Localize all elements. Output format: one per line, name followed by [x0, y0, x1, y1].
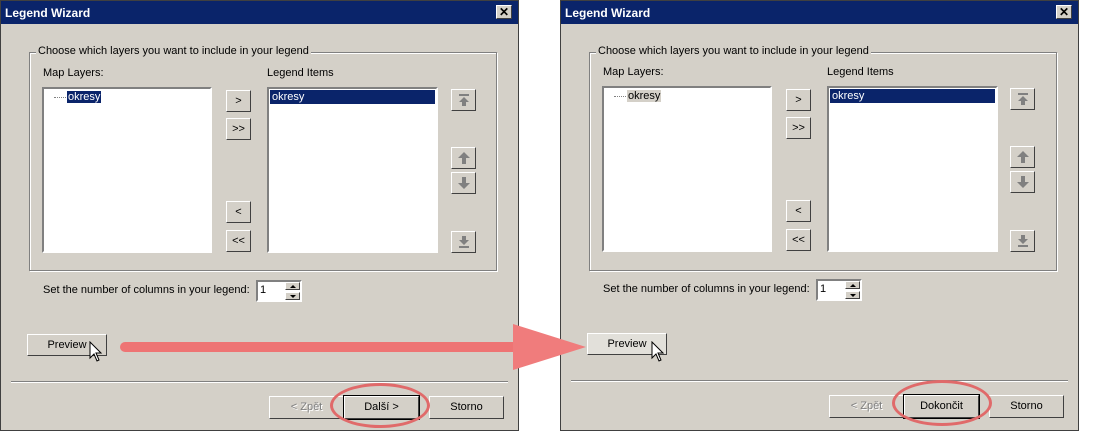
columns-label: Set the number of columns in your legend…	[603, 283, 810, 295]
legend-item[interactable]: okresy	[830, 89, 995, 103]
move-up-icon	[1017, 151, 1029, 163]
legend-items-label: Legend Items	[827, 66, 894, 78]
remove-all-layers-button[interactable]: <<	[226, 230, 251, 252]
map-layer-label: okresy	[67, 91, 102, 103]
separator	[11, 381, 508, 383]
window-title: Legend Wizard	[5, 6, 91, 20]
separator	[571, 380, 1068, 382]
group-label: Choose which layers you want to include …	[36, 45, 311, 57]
columns-spinner[interactable]: 1	[256, 280, 302, 302]
mouse-cursor-icon	[89, 341, 103, 362]
move-down-button[interactable]	[451, 172, 476, 194]
move-up-button[interactable]	[451, 147, 476, 169]
window-title: Legend Wizard	[565, 6, 651, 20]
move-to-bottom-icon	[1018, 235, 1028, 247]
map-layers-list[interactable]: okresy	[42, 87, 212, 253]
tree-connector	[54, 96, 66, 98]
map-layer-item[interactable]: okresy	[614, 90, 662, 102]
add-layer-button[interactable]: >	[786, 89, 811, 111]
add-layer-button[interactable]: >	[226, 90, 251, 112]
spin-up-icon[interactable]	[285, 282, 300, 290]
legend-items-list[interactable]: okresy	[827, 86, 998, 252]
tree-connector	[614, 95, 626, 97]
move-to-bottom-button[interactable]	[1010, 230, 1035, 252]
map-layers-label: Map Layers:	[603, 66, 664, 78]
move-down-button[interactable]	[1010, 171, 1035, 193]
map-layer-item[interactable]: okresy	[54, 91, 102, 103]
move-up-button[interactable]	[1010, 146, 1035, 168]
add-all-layers-button[interactable]: >>	[786, 117, 811, 139]
title-bar: Legend Wizard ✕	[561, 1, 1078, 24]
highlight-ring-finish	[892, 380, 992, 426]
move-up-icon	[458, 152, 470, 164]
move-to-top-icon	[459, 94, 469, 106]
add-all-layers-button[interactable]: >>	[226, 118, 251, 140]
move-down-icon	[458, 177, 470, 189]
move-to-top-icon	[1018, 93, 1028, 105]
spin-up-icon[interactable]	[845, 281, 860, 289]
move-to-top-button[interactable]	[1010, 88, 1035, 110]
spin-down-icon[interactable]	[845, 291, 860, 299]
map-layers-list[interactable]: okresy	[602, 86, 772, 252]
map-layer-label: okresy	[627, 90, 662, 102]
transition-arrow-icon	[120, 324, 586, 370]
legend-items-list[interactable]: okresy	[267, 87, 438, 253]
mouse-cursor-icon	[651, 341, 665, 362]
remove-layer-button[interactable]: <	[786, 200, 811, 222]
close-icon[interactable]: ✕	[496, 5, 512, 19]
columns-spinner[interactable]: 1	[816, 279, 862, 301]
spin-down-icon[interactable]	[285, 292, 300, 300]
highlight-ring-next	[330, 383, 430, 428]
remove-all-layers-button[interactable]: <<	[786, 229, 811, 251]
legend-item[interactable]: okresy	[270, 90, 435, 104]
title-bar: Legend Wizard ✕	[1, 1, 518, 24]
legend-items-label: Legend Items	[267, 67, 334, 79]
map-layers-label: Map Layers:	[43, 67, 104, 79]
remove-layer-button[interactable]: <	[226, 201, 251, 223]
move-to-bottom-icon	[459, 236, 469, 248]
columns-label: Set the number of columns in your legend…	[43, 284, 250, 296]
group-label: Choose which layers you want to include …	[596, 45, 871, 57]
move-to-top-button[interactable]	[451, 89, 476, 111]
columns-value: 1	[260, 284, 267, 296]
move-down-icon	[1017, 176, 1029, 188]
move-to-bottom-button[interactable]	[451, 231, 476, 253]
legend-wizard-dialog-right: Legend Wizard ✕ Choose which layers you …	[560, 0, 1079, 431]
cancel-button[interactable]: Storno	[989, 395, 1064, 418]
close-icon[interactable]: ✕	[1056, 5, 1072, 19]
columns-value: 1	[820, 283, 827, 295]
cancel-button[interactable]: Storno	[429, 396, 504, 419]
